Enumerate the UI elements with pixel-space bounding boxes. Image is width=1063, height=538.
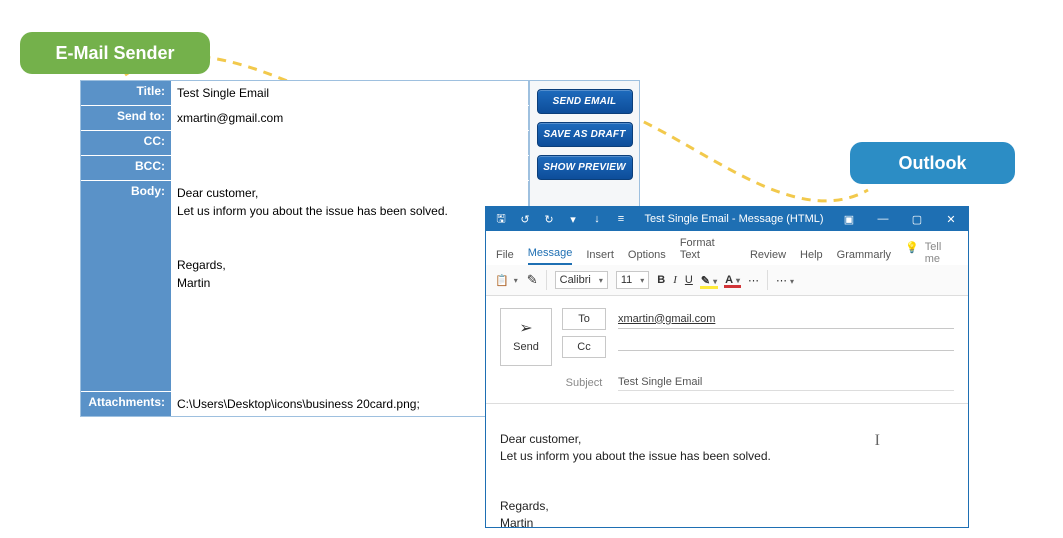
bcc-input[interactable]: [177, 159, 522, 177]
italic-button[interactable]: I: [673, 274, 677, 286]
ribbon-separator-2: [767, 270, 768, 290]
subject-label: Subject: [562, 377, 606, 389]
minimize-button[interactable]: ―: [866, 207, 900, 231]
tab-file[interactable]: File: [496, 247, 514, 265]
close-button[interactable]: ✕: [934, 207, 968, 231]
qa-arrow-icon[interactable]: ↓: [588, 213, 606, 225]
format-painter-icon[interactable]: ✎: [527, 272, 538, 288]
cc-field[interactable]: [618, 344, 954, 351]
label-sendto: Send to:: [81, 106, 171, 130]
subject-field[interactable]: Test Single Email: [618, 374, 954, 391]
underline-button[interactable]: U: [685, 274, 693, 286]
label-bcc: BCC:: [81, 156, 171, 180]
font-size-value: 11: [621, 274, 632, 286]
save-icon[interactable]: 🖫: [492, 210, 510, 229]
redo-icon[interactable]: ↻: [540, 213, 558, 226]
label-title: Title:: [81, 81, 171, 105]
message-body-text: Dear customer, Let us inform you about t…: [500, 432, 771, 530]
ribbon-collapse-icon[interactable]: ▣: [832, 207, 866, 231]
undo-icon[interactable]: ↺: [516, 213, 534, 226]
tab-review[interactable]: Review: [750, 247, 786, 265]
to-field[interactable]: xmartin@gmail.com: [618, 310, 954, 329]
title-input[interactable]: [177, 84, 522, 102]
save-as-draft-button[interactable]: SAVE AS DRAFT: [537, 122, 633, 147]
email-sender-pill-label: E-Mail Sender: [55, 43, 174, 64]
qa-chevron-icon[interactable]: ▾: [564, 213, 582, 226]
text-cursor-icon: I: [875, 430, 880, 452]
tab-grammarly[interactable]: Grammarly: [837, 247, 891, 265]
ribbon-toolbar: 📋 ✎ Calibri 11 B I U ✎ A ⋯ ⋯: [486, 265, 968, 296]
qa-overflow-icon[interactable]: ≡: [612, 213, 630, 225]
to-value: xmartin@gmail.com: [618, 313, 715, 325]
outlook-pill-label: Outlook: [899, 153, 967, 174]
lightbulb-icon: 💡: [905, 241, 919, 265]
send-label: Send: [513, 341, 539, 353]
label-attachments: Attachments:: [81, 392, 171, 416]
bold-button[interactable]: B: [657, 274, 665, 286]
font-name-select[interactable]: Calibri: [555, 271, 608, 289]
outlook-window: 🖫 ↺ ↻ ▾ ↓ ≡ Test Single Email - Message …: [485, 206, 969, 528]
tab-format-text[interactable]: Format Text: [680, 235, 736, 265]
ribbon-more-icon[interactable]: ⋯: [748, 274, 759, 287]
font-color-button[interactable]: A: [725, 274, 740, 286]
window-title: Test Single Email - Message (HTML): [636, 213, 832, 225]
send-email-button[interactable]: SEND EMAIL: [537, 89, 633, 114]
cc-button[interactable]: Cc: [562, 336, 606, 358]
ribbon-separator: [546, 270, 547, 290]
show-preview-button[interactable]: SHOW PREVIEW: [537, 155, 633, 180]
sendto-input[interactable]: [177, 109, 522, 127]
cc-input[interactable]: [177, 134, 522, 152]
tab-help[interactable]: Help: [800, 247, 823, 265]
outlook-titlebar: 🖫 ↺ ↻ ▾ ↓ ≡ Test Single Email - Message …: [486, 207, 968, 231]
send-icon: ➢: [519, 321, 532, 337]
to-button[interactable]: To: [562, 308, 606, 330]
ribbon-overflow-icon[interactable]: ⋯: [776, 274, 794, 287]
maximize-button[interactable]: ▢: [900, 207, 934, 231]
outlook-pill: Outlook: [850, 142, 1015, 184]
label-cc: CC:: [81, 131, 171, 155]
font-size-select[interactable]: 11: [616, 271, 649, 289]
email-sender-pill: E-Mail Sender: [20, 32, 210, 74]
ribbon-tabs: File Message Insert Options Format Text …: [486, 231, 968, 265]
send-button[interactable]: ➢ Send: [500, 308, 552, 366]
tab-options[interactable]: Options: [628, 247, 666, 265]
tab-message[interactable]: Message: [528, 245, 573, 265]
tab-insert[interactable]: Insert: [586, 247, 614, 265]
body-textarea[interactable]: Dear customer, Let us inform you about t…: [171, 181, 529, 391]
highlight-button[interactable]: ✎: [701, 274, 717, 287]
font-name-value: Calibri: [560, 274, 591, 286]
paste-button[interactable]: 📋: [494, 273, 519, 288]
label-body: Body:: [81, 181, 171, 391]
message-body[interactable]: Dear customer, Let us inform you about t…: [486, 403, 968, 538]
tell-me-label[interactable]: Tell me: [925, 241, 958, 265]
